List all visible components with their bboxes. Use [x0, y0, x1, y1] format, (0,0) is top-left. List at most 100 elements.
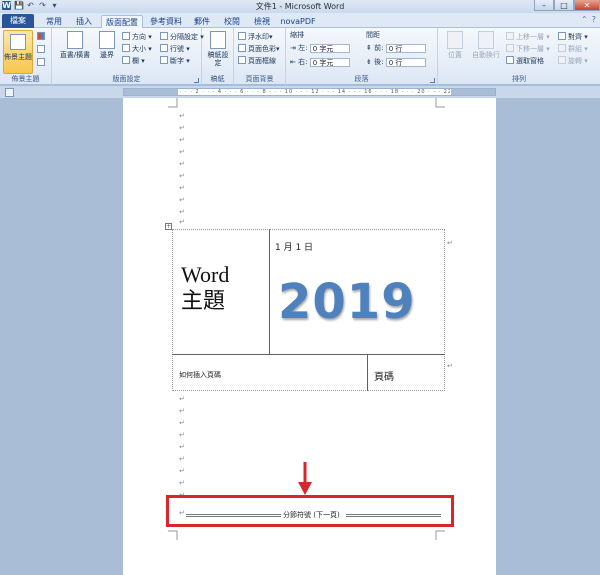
tab-home[interactable]: 常用 — [42, 15, 66, 28]
group-arrange-label: 排列 — [512, 75, 526, 83]
tab-novapdf[interactable]: novaPDF — [280, 15, 316, 28]
cover-table[interactable]: Word 主題 1 月 1 日 2019 如何插入頁碼 頁碼 — [172, 229, 445, 391]
position-button[interactable]: 位置 — [442, 31, 468, 59]
crop-mark-bottom-left — [168, 530, 178, 540]
orientation-icon — [122, 32, 130, 40]
cell-howto[interactable]: 如何插入頁碼 — [172, 354, 368, 391]
page-borders-button[interactable]: 頁面框線 — [238, 56, 276, 66]
align-icon — [558, 32, 566, 40]
line-numbers-button[interactable]: 行號 ▾ — [160, 44, 190, 54]
hyphenation-button[interactable]: 斷字 ▾ — [160, 56, 190, 66]
ruler-left-margin — [124, 89, 178, 95]
maximize-button[interactable]: □ — [554, 0, 574, 11]
cell-date-year[interactable]: 1 月 1 日 2019 — [269, 229, 445, 355]
spacing-before-spinner: ⇞ 前: 0 行 — [366, 43, 426, 53]
tab-mailings[interactable]: 郵件 — [190, 15, 214, 28]
selection-pane-button[interactable]: 選取窗格 — [506, 56, 544, 66]
page-borders-label: 頁面框線 — [248, 57, 276, 65]
spacing-before-input[interactable]: 0 行 — [385, 44, 426, 53]
group-objects-icon — [558, 44, 566, 52]
theme-colors-button[interactable] — [37, 32, 47, 42]
orientation-label: 方向 — [132, 33, 146, 41]
cell-page-number[interactable]: 頁碼 — [367, 354, 445, 391]
rotate-icon — [558, 56, 566, 64]
indent-left-input[interactable]: 0 字元 — [309, 44, 350, 53]
line-numbers-icon — [160, 44, 168, 52]
draft-paper-label: 稿紙設定 — [207, 51, 229, 67]
tab-selector-icon[interactable] — [5, 88, 14, 97]
draft-paper-button[interactable]: 稿紙設定 — [205, 31, 231, 67]
orientation-button[interactable]: 方向 ▾ — [122, 32, 152, 42]
page-borders-icon — [238, 56, 246, 64]
tab-page-layout[interactable]: 版面配置 — [101, 15, 143, 28]
row-end-mark: ↵ — [447, 239, 453, 247]
wrap-text-button[interactable]: 自動換行 — [470, 31, 502, 59]
send-backward-button[interactable]: 下移一層 ▾ — [506, 44, 550, 54]
group-paragraph-label: 段落 — [354, 75, 369, 83]
align-button[interactable]: 對齊 ▾ — [558, 32, 588, 42]
indent-right-input[interactable]: 0 字元 — [309, 58, 350, 67]
paragraph-mark: ↵ — [179, 136, 185, 144]
indent-heading: 縮排 — [290, 31, 304, 39]
themes-button[interactable]: 佈景主題 — [3, 30, 33, 74]
watermark-label: 浮水印 — [248, 33, 269, 41]
paragraph-mark: ↵ — [179, 419, 185, 427]
line-numbers-label: 行號 — [170, 45, 184, 53]
minimize-button[interactable]: – — [534, 0, 554, 11]
watermark-icon — [238, 32, 246, 40]
theme-effects-button[interactable] — [37, 58, 47, 68]
indent-right-label: 右: — [298, 58, 308, 66]
page-color-button[interactable]: 頁面色彩▾ — [238, 44, 280, 54]
selection-pane-label: 選取窗格 — [516, 57, 544, 65]
breaks-label: 分隔設定 — [170, 33, 198, 41]
minimize-ribbon-icon[interactable]: ⌃ — [581, 15, 588, 24]
tab-file[interactable]: 檔案 — [2, 14, 34, 28]
indent-left-label: 左: — [298, 44, 308, 52]
paragraph-mark: ↵ — [179, 443, 185, 451]
cell-title[interactable]: Word 主題 — [172, 229, 270, 355]
watermark-button[interactable]: 浮水印▾ — [238, 32, 273, 42]
spacing-after-label: 後: — [374, 58, 384, 66]
indent-left-spinner: ⇥ 左: 0 字元 — [290, 43, 350, 53]
paragraph-launcher-icon[interactable] — [430, 78, 435, 83]
selection-pane-icon — [506, 56, 514, 64]
paragraph-mark: ↵ — [179, 407, 185, 415]
size-button[interactable]: 大小 ▾ — [122, 44, 152, 54]
howto-text: 如何插入頁碼 — [179, 371, 221, 379]
spacing-after-input[interactable]: 0 行 — [385, 58, 426, 67]
themes-button-label: 佈景主題 — [4, 53, 32, 61]
text-direction-label: 直書/橫書 — [59, 51, 91, 59]
paragraph-mark: ↵ — [179, 455, 185, 463]
table-move-handle-icon[interactable]: + — [165, 223, 172, 230]
bring-forward-button[interactable]: 上移一層 ▾ — [506, 32, 550, 42]
bring-forward-label: 上移一層 — [516, 33, 544, 41]
page-setup-launcher-icon[interactable] — [194, 78, 199, 83]
tab-insert[interactable]: 插入 — [72, 15, 96, 28]
cell-divider — [367, 355, 368, 391]
annotation-highlight-box — [166, 495, 454, 527]
close-button[interactable]: ✕ — [574, 0, 600, 11]
theme-fonts-button[interactable] — [37, 45, 47, 55]
tab-view[interactable]: 檢視 — [250, 15, 274, 28]
group-arrange: 位置 自動換行 上移一層 ▾ 下移一層 ▾ 選取窗格 對齊 ▾ 群組 ▾ 旋轉 … — [438, 28, 600, 85]
columns-button[interactable]: 欄 ▾ — [122, 56, 145, 66]
align-label: 對齊 — [568, 33, 582, 41]
rotate-button[interactable]: 旋轉 ▾ — [558, 56, 588, 66]
tab-review[interactable]: 校閱 — [220, 15, 244, 28]
indent-left-icon: ⇥ — [290, 44, 296, 52]
paragraph-mark: ↵ — [179, 467, 185, 475]
bring-forward-icon — [506, 32, 514, 40]
window-controls: – □ ✕ — [534, 0, 600, 11]
spacing-after-spinner: ⇟ 後: 0 行 — [366, 57, 426, 67]
annotation-arrow-icon — [298, 462, 312, 495]
group-themes: 佈景主題 佈景主題 — [0, 28, 52, 85]
group-objects-button[interactable]: 群組 ▾ — [558, 44, 588, 54]
breaks-button[interactable]: 分隔設定 ▾ — [160, 32, 204, 42]
tab-references[interactable]: 參考資料 — [148, 15, 184, 28]
help-icon[interactable]: ? — [592, 15, 596, 24]
rotate-label: 旋轉 — [568, 57, 582, 65]
page-number-text: 頁碼 — [374, 372, 394, 383]
horizontal-ruler[interactable]: · · · 2 · · · 4 · · · 6 · · · 8 · · · 10… — [123, 88, 496, 96]
text-direction-button[interactable]: 直書/橫書 — [58, 31, 92, 59]
margins-button[interactable]: 邊界 — [94, 31, 120, 59]
